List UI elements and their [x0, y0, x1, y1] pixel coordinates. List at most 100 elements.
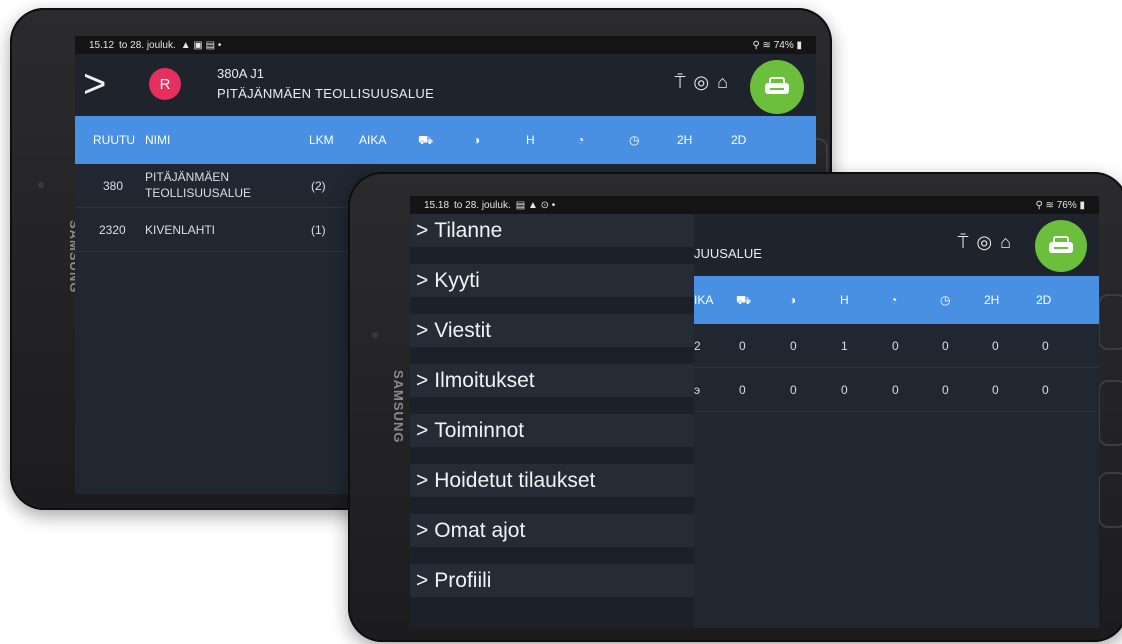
- menu-item-profiili[interactable]: > Profiili: [410, 564, 694, 597]
- cell-ruutu: 2320: [99, 223, 126, 237]
- status-icons-left: ▤ ▲ ⊙ •: [515, 199, 556, 211]
- col-aika[interactable]: IKA: [694, 293, 713, 307]
- cell-nimi: KIVENLAHTI: [145, 223, 216, 237]
- col-timer[interactable]: ◔: [890, 293, 897, 307]
- chevron-right-icon: >: [416, 318, 429, 342]
- chevron-right-icon: >: [416, 368, 429, 392]
- router-icon[interactable]: ⌂: [717, 72, 728, 93]
- chevron-right-icon: >: [416, 418, 429, 442]
- chevron-right-icon: >: [416, 468, 429, 492]
- table-cell: 0: [739, 339, 746, 353]
- menu-item-omat-ajot[interactable]: > Omat ajot: [410, 514, 694, 547]
- col-h[interactable]: H: [526, 133, 535, 147]
- menu-item-toiminnot[interactable]: > Toiminnot: [410, 414, 694, 447]
- col-ruutu[interactable]: RUUTU: [93, 133, 135, 147]
- col-vehicle[interactable]: ⛟: [736, 293, 751, 309]
- col-h[interactable]: H: [840, 293, 849, 307]
- menu-item-label: Viestit: [434, 318, 492, 342]
- menu-item-ilmoitukset[interactable]: > Ilmoitukset: [410, 364, 694, 397]
- status-time: 15.12: [89, 39, 115, 51]
- camera-dot: [38, 182, 44, 188]
- col-clock[interactable]: ◷: [940, 293, 950, 307]
- table-cell: 0: [790, 383, 797, 397]
- chevron-right-icon: >: [416, 518, 429, 542]
- status-time: 15.18: [424, 199, 450, 211]
- col-vehicle[interactable]: ⛟: [418, 133, 433, 149]
- table-cell: 0: [992, 339, 999, 353]
- status-icons-right: ⚲ ≋ 74% ▮: [752, 39, 802, 51]
- menu-item-tilanne[interactable]: > Tilanne: [410, 214, 694, 247]
- status-date: to 28. jouluk.: [454, 199, 511, 211]
- table-cell: 2: [694, 339, 701, 353]
- gps-target-icon[interactable]: ◎: [976, 232, 992, 253]
- table-header: RUUTU NIMI LKM AIKA ⛟ ◑ H ◔ ◷ 2H 2D: [75, 116, 816, 164]
- side-button: [1098, 472, 1122, 528]
- chevron-right-icon: >: [416, 218, 429, 242]
- side-button: [1098, 294, 1122, 350]
- cell-ruutu: 380: [103, 179, 124, 193]
- side-button: [1098, 380, 1122, 446]
- area-name-partial: JUUSALUE: [694, 246, 762, 261]
- gps-target-icon[interactable]: ◎: [693, 72, 709, 93]
- cell-lkm: (2): [311, 179, 326, 193]
- table-cell: 0: [942, 339, 949, 353]
- table-row[interactable]: 2 0 0 1 0 0 0 0: [694, 324, 1099, 368]
- area-name: PITÄJÄNMÄEN TEOLLISUUSALUE: [217, 86, 435, 101]
- col-2h[interactable]: 2H: [677, 133, 692, 147]
- cell-nimi: PITÄJÄNMÄEN: [145, 170, 230, 184]
- table-cell: 0: [841, 383, 848, 397]
- status-icons-left: ▲ ▣ ▤ •: [180, 39, 222, 51]
- menu-item-kyyti[interactable]: > Kyyti: [410, 264, 694, 297]
- car-icon[interactable]: [750, 60, 804, 114]
- brand-label: SAMSUNG: [391, 370, 406, 444]
- col-2d[interactable]: 2D: [1036, 293, 1051, 307]
- table-row[interactable]: э 0 0 0 0 0 0 0: [694, 368, 1099, 412]
- menu-toggle-button[interactable]: >: [83, 64, 106, 104]
- status-bar: 15.18 to 28. jouluk. ▤ ▲ ⊙ • ⚲ ≋ 76% ▮: [410, 196, 1099, 214]
- menu-item-label: Kyyti: [434, 268, 480, 292]
- table-cell: 0: [790, 339, 797, 353]
- table-cell: 1: [841, 339, 848, 353]
- menu-item-label: Toiminnot: [434, 418, 525, 442]
- menu-item-label: Omat ajot: [434, 518, 526, 542]
- col-2h[interactable]: 2H: [984, 293, 999, 307]
- chevron-right-icon: >: [416, 268, 429, 292]
- col-halfcircle[interactable]: ◑: [789, 293, 796, 307]
- col-timer[interactable]: ◔: [577, 133, 584, 147]
- app-bar: JUUSALUE ⍑ ◎ ⌂: [694, 214, 1099, 276]
- content-behind-menu: JUUSALUE ⍑ ◎ ⌂ IKA ⛟ ◑ H ◔ ◷ 2H 2D 2 0 0…: [694, 214, 1099, 628]
- signal-tower-icon[interactable]: ⍑: [675, 72, 686, 93]
- chevron-right-icon: >: [416, 568, 429, 592]
- vehicle-id: 380A J1: [217, 66, 264, 81]
- menu-item-label: Hoidetut tilaukset: [434, 468, 596, 492]
- car-icon[interactable]: [1035, 220, 1087, 272]
- app-bar: > R 380A J1 PITÄJÄNMÄEN TEOLLISUUSALUE ⍑…: [75, 54, 816, 116]
- avatar-letter: R: [159, 75, 171, 93]
- menu-item-label: Profiili: [434, 568, 492, 592]
- status-icons: ⍑ ◎ ⌂: [958, 232, 1011, 253]
- camera-dot: [372, 332, 378, 338]
- navigation-drawer: > Tilanne > Kyyti > Viestit > Ilmoitukse…: [410, 214, 694, 628]
- menu-item-viestit[interactable]: > Viestit: [410, 314, 694, 347]
- cell-lkm: (1): [311, 223, 326, 237]
- router-icon[interactable]: ⌂: [1000, 232, 1011, 253]
- status-icons: ⍑ ◎ ⌂: [675, 72, 728, 93]
- menu-item-hoidetut-tilaukset[interactable]: > Hoidetut tilaukset: [410, 464, 694, 497]
- table-cell: 0: [992, 383, 999, 397]
- col-2d[interactable]: 2D: [731, 133, 746, 147]
- table-cell: 0: [1042, 383, 1049, 397]
- table-cell: 0: [739, 383, 746, 397]
- col-nimi[interactable]: NIMI: [145, 133, 170, 147]
- avatar[interactable]: R: [149, 68, 181, 100]
- table-cell: 0: [892, 383, 899, 397]
- col-clock[interactable]: ◷: [629, 133, 639, 147]
- col-halfcircle[interactable]: ◑: [473, 133, 480, 147]
- cell-nimi-2: TEOLLISUUSALUE: [145, 186, 252, 200]
- col-lkm[interactable]: LKM: [309, 133, 334, 147]
- col-aika[interactable]: AIKA: [359, 133, 386, 147]
- menu-item-label: Ilmoitukset: [434, 368, 535, 392]
- tablet-front: SAMSUNG 15.18 to 28. jouluk. ▤ ▲ ⊙ • ⚲ ≋…: [348, 172, 1122, 642]
- table-cell: э: [694, 383, 701, 397]
- front-screen: 15.18 to 28. jouluk. ▤ ▲ ⊙ • ⚲ ≋ 76% ▮ J…: [410, 196, 1099, 628]
- signal-tower-icon[interactable]: ⍑: [958, 232, 969, 253]
